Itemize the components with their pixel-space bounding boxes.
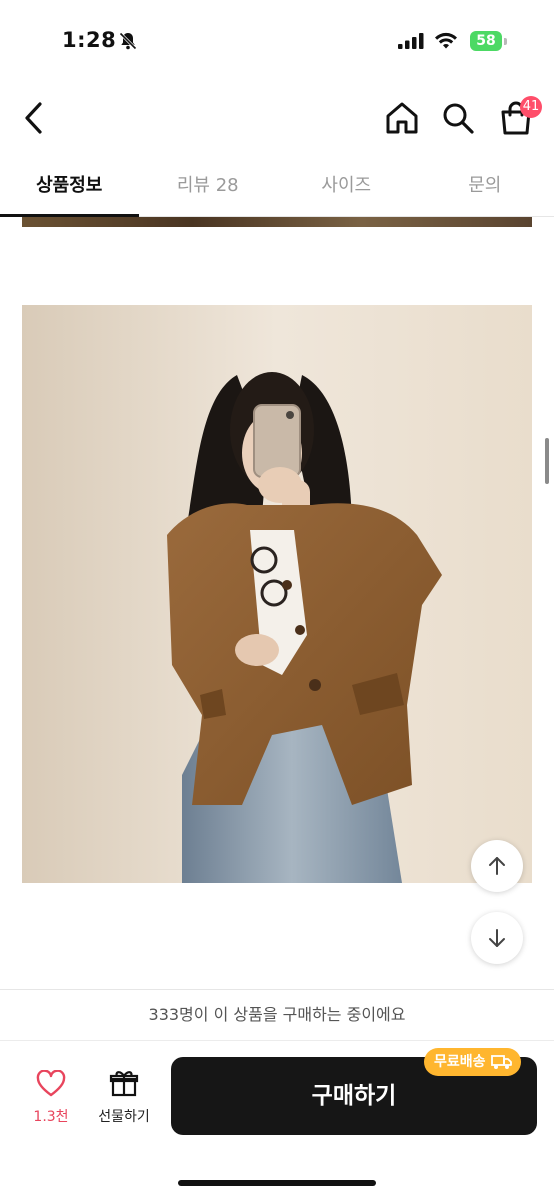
gift-button[interactable]: 선물하기 — [90, 1068, 158, 1128]
arrow-down-icon — [489, 929, 505, 947]
product-photo — [22, 305, 532, 883]
purchase-notice: 333명이 이 상품을 구매하는 중이에요 — [0, 989, 554, 1041]
battery-icon: 58 — [470, 31, 508, 51]
home-button[interactable] — [384, 100, 420, 136]
signal-icon — [398, 33, 424, 49]
free-shipping-badge: 무료배송 — [424, 1048, 521, 1076]
previous-product-image — [22, 217, 532, 227]
back-button[interactable] — [18, 98, 52, 138]
scroll-bottom-button[interactable] — [471, 912, 523, 964]
truck-icon — [490, 1055, 512, 1069]
wifi-icon — [435, 32, 457, 49]
tab-bar: 상품정보 리뷰 28 사이즈 문의 — [0, 160, 554, 217]
search-icon — [443, 103, 474, 134]
gift-icon — [109, 1071, 139, 1097]
tab-product-info[interactable]: 상품정보 — [0, 160, 139, 217]
cart-count-badge: 41 — [520, 96, 542, 118]
tab-reviews[interactable]: 리뷰 28 — [139, 160, 278, 216]
back-chevron-icon — [25, 102, 42, 134]
battery-level: 58 — [476, 33, 496, 49]
home-indicator[interactable] — [178, 1180, 376, 1186]
tab-inquiry[interactable]: 문의 — [416, 160, 554, 216]
like-count: 1.3천 — [33, 1109, 69, 1125]
bell-slash-icon — [119, 32, 137, 50]
status-time: 1:28 — [62, 28, 117, 52]
home-icon — [386, 102, 418, 134]
gift-label: 선물하기 — [98, 1109, 150, 1125]
search-button[interactable] — [440, 100, 476, 136]
heart-icon — [36, 1069, 66, 1097]
free-shipping-label: 무료배송 — [434, 1054, 486, 1070]
like-button[interactable]: 1.3천 — [26, 1069, 76, 1130]
page-scrollbar[interactable] — [545, 438, 549, 484]
tab-size[interactable]: 사이즈 — [277, 160, 416, 216]
scroll-top-button[interactable] — [471, 840, 523, 892]
arrow-up-icon — [489, 857, 505, 875]
